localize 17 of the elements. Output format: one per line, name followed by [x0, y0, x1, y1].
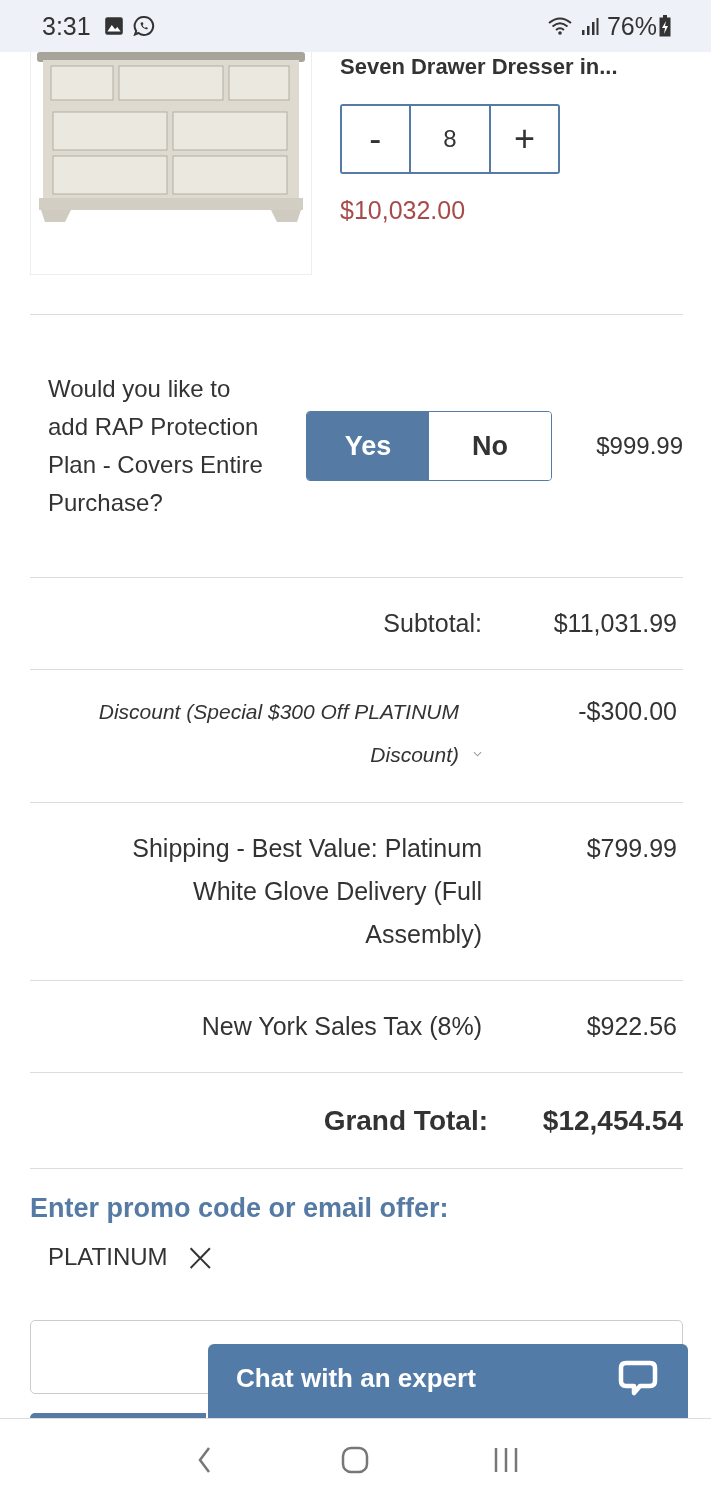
summary-label: Discount (Special $300 Off PLATINUM Discount): [97, 699, 459, 768]
summary-label: Subtotal:: [383, 608, 482, 639]
summary-value: $12,454.54: [542, 1104, 683, 1138]
summary-value: $922.56: [586, 1011, 678, 1042]
summary-label: Shipping - Best Value: Platinum White Glove Delivery (Full Assembly): [131, 833, 482, 950]
product-price: $10,032.00: [340, 196, 467, 225]
protection-price: $999.99: [596, 432, 683, 460]
promo-heading: Enter promo code or email offer:: [30, 1193, 450, 1224]
promo-code: PLATINUM: [48, 1243, 168, 1271]
clock-time: 3:31: [42, 11, 91, 41]
summary-value: $799.99: [586, 833, 678, 864]
summary-value: -$300.00: [578, 696, 678, 727]
summary-label: New York Sales Tax (8%): [201, 1011, 482, 1042]
battery-percent: 76%: [606, 11, 657, 41]
summary-label: Grand Total:: [323, 1104, 488, 1138]
protection-question: Would you like to add RAP Protection Plan - Covers Entire Purchase?: [47, 374, 264, 518]
summary-value: $11,031.99: [553, 608, 678, 639]
